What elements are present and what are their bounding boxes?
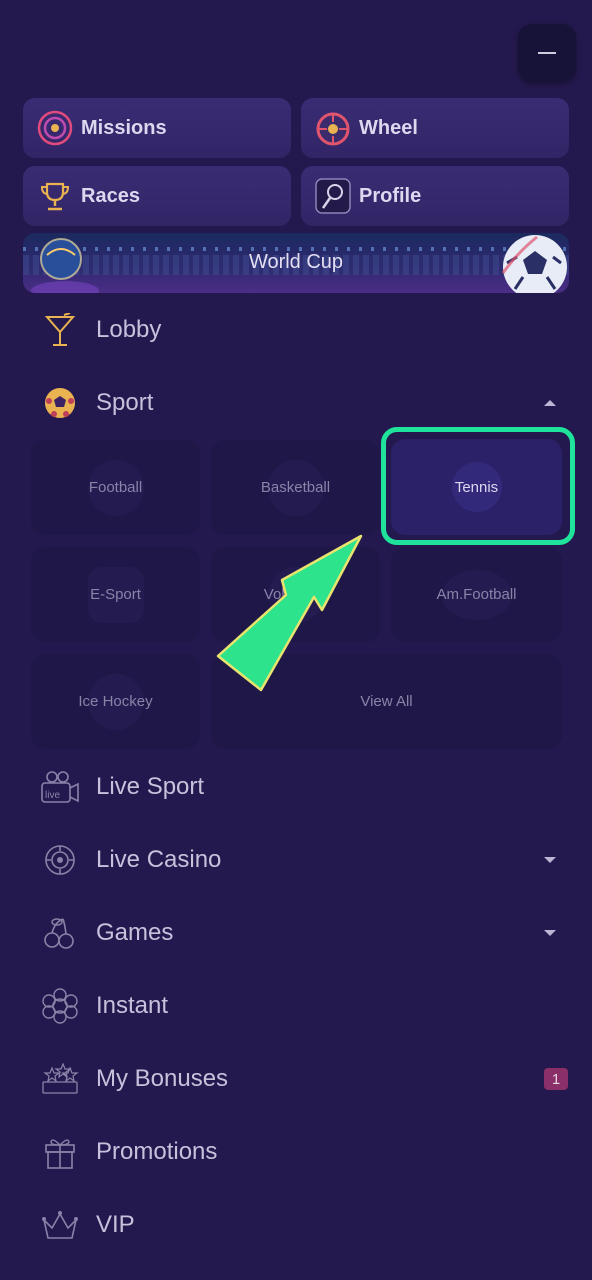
banner-title: World Cup xyxy=(248,251,344,273)
menu-label-promotions: Promotions xyxy=(96,1138,218,1165)
wheel-label: Wheel xyxy=(359,116,418,139)
world-cup-banner[interactable]: World Cup xyxy=(23,233,569,293)
missions-label: Missions xyxy=(81,116,167,139)
soccer-ball-icon xyxy=(40,383,80,423)
casino-chip-icon xyxy=(40,840,80,880)
menu-label-instant: Instant xyxy=(96,992,169,1019)
menu-item-my-bonuses[interactable]: My Bonuses xyxy=(0,1054,592,1104)
chevron-down-icon[interactable] xyxy=(544,857,556,863)
instant-games-icon xyxy=(40,986,80,1026)
menu-label-sport: Sport xyxy=(96,389,154,416)
menu-label-vip: VIP xyxy=(96,1211,135,1238)
pointer-arrow xyxy=(216,534,363,692)
bonus-count-badge: 1 xyxy=(544,1068,568,1090)
races-button[interactable]: Races xyxy=(23,166,291,226)
menu-label-lobby: Lobby xyxy=(96,316,162,343)
menu-label-live-casino: Live Casino xyxy=(96,846,222,873)
races-label: Races xyxy=(81,184,140,207)
sport-card-basketball[interactable]: Basketball xyxy=(211,440,380,535)
menu-item-lobby[interactable]: Lobby xyxy=(0,305,592,355)
gift-icon xyxy=(40,1132,80,1172)
tennis-highlight-frame xyxy=(381,427,575,545)
menu-item-sport[interactable]: Sport xyxy=(0,378,592,428)
missions-button[interactable]: Missions xyxy=(23,98,291,158)
profile-label: Profile xyxy=(359,184,422,207)
menu-item-games[interactable]: Games xyxy=(0,908,592,958)
profile-icon xyxy=(315,178,351,214)
collapse-menu-button[interactable] xyxy=(518,24,576,82)
fortune-wheel-icon xyxy=(315,110,351,146)
menu-label-games: Games xyxy=(96,919,174,946)
menu-item-promotions[interactable]: Promotions xyxy=(0,1127,592,1177)
chevron-up-icon[interactable] xyxy=(544,400,556,406)
menu-item-live-sport[interactable]: live Live Sport xyxy=(0,762,592,812)
menu-item-instant[interactable]: Instant xyxy=(0,981,592,1031)
menu-item-live-casino[interactable]: Live Casino xyxy=(0,835,592,885)
profile-button[interactable]: Profile xyxy=(301,166,569,226)
crown-icon xyxy=(40,1205,80,1245)
menu-label-my-bonuses: My Bonuses xyxy=(96,1065,229,1092)
menu-item-vip[interactable]: VIP xyxy=(0,1200,592,1250)
sport-card-football[interactable]: Football xyxy=(31,440,200,535)
target-icon xyxy=(37,110,73,146)
cherries-icon xyxy=(40,913,80,953)
trophy-icon xyxy=(37,178,73,214)
sport-card-am-football[interactable]: Am.Football xyxy=(391,547,562,642)
chevron-down-icon[interactable] xyxy=(544,930,556,936)
cocktail-icon xyxy=(40,310,80,350)
menu-label-live-sport: Live Sport xyxy=(96,773,205,800)
bonus-stars-icon xyxy=(40,1059,80,1099)
svg-text:live: live xyxy=(45,790,60,801)
sport-card-esport[interactable]: E-Sport xyxy=(31,547,200,642)
sport-card-ice-hockey[interactable]: Ice Hockey xyxy=(31,654,200,749)
wheel-button[interactable]: Wheel xyxy=(301,98,569,158)
live-camera-icon: live xyxy=(40,767,80,807)
